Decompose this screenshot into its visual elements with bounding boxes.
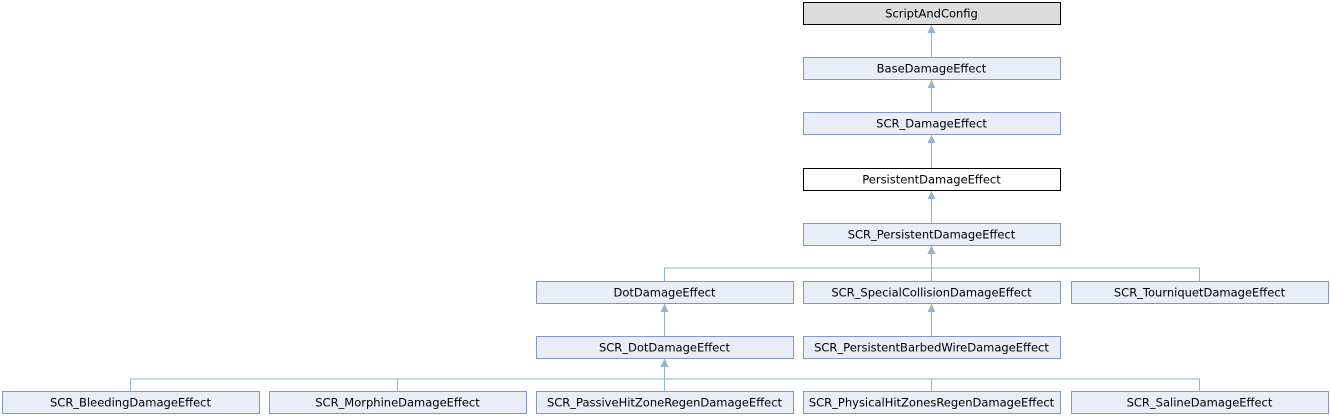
class-node-scr-passivehitzoneregendamageeffect[interactable]: SCR_PassiveHitZoneRegenDamageEffect [536,391,794,414]
class-node-scr-damageeffect[interactable]: SCR_DamageEffect [803,112,1061,135]
class-label: SCR_TourniquetDamageEffect [1114,286,1286,300]
inheritance-edge-scr-morphinedamageeffect [397,359,669,391]
class-node-scr-specialcollisiondamageeffect[interactable]: SCR_SpecialCollisionDamageEffect [803,281,1061,304]
class-node-scr-dotdamageeffect[interactable]: SCR_DotDamageEffect [536,336,794,359]
class-label: SCR_MorphineDamageEffect [315,396,480,410]
inheritance-edge-dotdamageeffect [664,246,936,281]
class-label: SCR_SalineDamageEffect [1127,396,1273,410]
class-node-scr-persistentdamageeffect[interactable]: SCR_PersistentDamageEffect [803,223,1061,246]
nodes-layer: ScriptAndConfig BaseDamageEffect SCR_Damag… [2,2,1329,414]
class-label: BaseDamageEffect [877,62,987,76]
class-label: ScriptAndConfig [885,7,978,21]
class-node-scr-tourniquetdamageeffect[interactable]: SCR_TourniquetDamageEffect [1071,281,1329,304]
class-label: SCR_PhysicalHitZonesRegenDamageEffect [809,396,1055,410]
class-label: DotDamageEffect [613,286,716,300]
class-label: SCR_BleedingDamageEffect [50,396,212,410]
class-node-scr-salinedamageeffect[interactable]: SCR_SalineDamageEffect [1071,391,1329,414]
class-node-basedamageeffect[interactable]: BaseDamageEffect [803,57,1061,80]
class-label: SCR_DotDamageEffect [599,341,731,355]
inheritance-diagram: ScriptAndConfig BaseDamageEffect SCR_Damag… [2,2,1329,414]
class-label: PersistentDamageEffect [862,173,1001,187]
class-label: SCR_PersistentBarbedWireDamageEffect [814,341,1049,355]
class-node-scriptandconfig[interactable]: ScriptAndConfig [803,2,1061,25]
class-label: SCR_PersistentDamageEffect [848,228,1016,242]
inheritance-edge-scr-tourniquetdamageeffect [927,246,1200,281]
class-node-scr-bleedingdamageeffect[interactable]: SCR_BleedingDamageEffect [2,391,260,414]
class-node-scr-physicalhitzonesregendamageeffect[interactable]: SCR_PhysicalHitZonesRegenDamageEffect [803,391,1061,414]
class-node-persistentdamageeffect[interactable]: PersistentDamageEffect [803,168,1061,191]
class-node-scr-morphinedamageeffect[interactable]: SCR_MorphineDamageEffect [269,391,527,414]
class-label: SCR_DamageEffect [876,117,987,131]
class-label: SCR_PassiveHitZoneRegenDamageEffect [547,396,783,410]
class-label: SCR_SpecialCollisionDamageEffect [831,286,1032,300]
inheritance-edge-scr-physicalhitzonesregendamageeffect [660,359,932,391]
class-node-dotdamageeffect[interactable]: DotDamageEffect [536,281,794,304]
class-node-scr-persistentbarbedwiredamageeffect[interactable]: SCR_PersistentBarbedWireDamageEffect [803,336,1061,359]
